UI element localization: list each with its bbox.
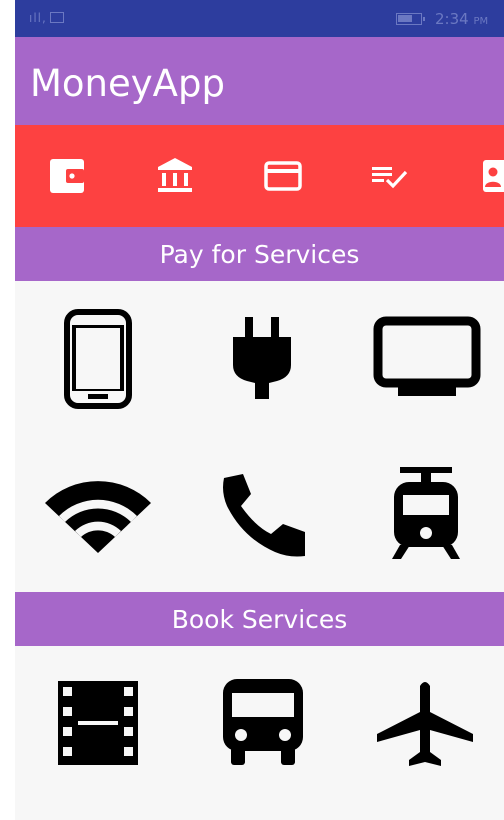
phone-icon[interactable] — [219, 472, 307, 558]
playlist-check-icon[interactable] — [369, 157, 409, 195]
wallet-icon[interactable] — [48, 157, 88, 195]
status-bar: ıll, 2:34 PM — [15, 0, 504, 37]
top-nav-bar — [15, 125, 504, 227]
mobile-phone-icon[interactable] — [64, 309, 132, 409]
signal-icon: ıll, — [29, 11, 47, 25]
status-time-value: 2:34 — [435, 10, 469, 28]
credit-card-icon[interactable] — [263, 157, 303, 195]
book-section-title: Book Services — [171, 604, 348, 634]
bus-icon[interactable] — [223, 679, 303, 765]
app-title: MoneyApp — [30, 62, 225, 105]
tram-icon[interactable] — [390, 467, 462, 559]
image-notification-icon — [50, 12, 64, 23]
movie-film-icon[interactable] — [58, 681, 138, 765]
status-time: 2:34 PM — [435, 10, 488, 28]
contact-card-icon[interactable] — [480, 157, 504, 195]
book-section-header: Book Services — [15, 592, 504, 646]
wifi-icon[interactable] — [45, 477, 151, 553]
airplane-icon[interactable] — [377, 678, 473, 770]
status-time-suffix: PM — [473, 16, 489, 27]
app-screen: ıll, 2:34 PM MoneyApp Pay for Services B… — [15, 0, 504, 820]
pay-section-title: Pay for Services — [159, 239, 360, 269]
power-plug-icon[interactable] — [233, 317, 291, 399]
pay-section-header: Pay for Services — [15, 227, 504, 281]
battery-icon — [396, 13, 425, 25]
tv-icon[interactable] — [373, 316, 481, 398]
app-bar: MoneyApp — [15, 37, 504, 125]
bank-icon[interactable] — [155, 157, 195, 195]
